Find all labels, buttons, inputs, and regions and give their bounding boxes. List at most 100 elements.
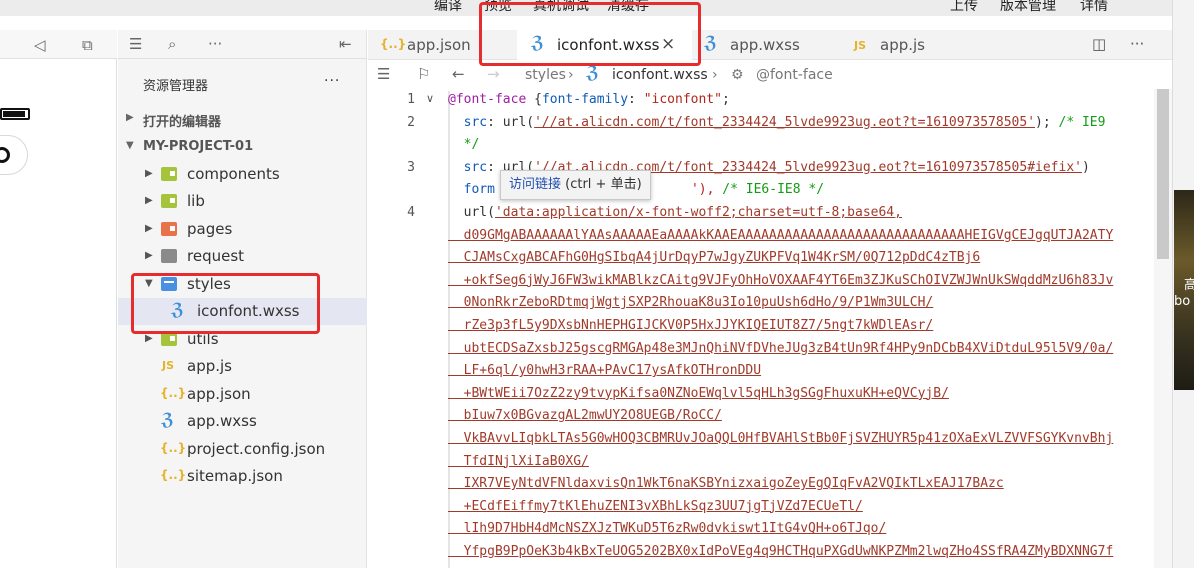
fold-chevron-icon[interactable]: ∨ — [426, 92, 434, 105]
project-section[interactable]: ▼ MY-PROJECT-01 — [118, 134, 367, 160]
chevron-right-icon: ▶ — [145, 195, 153, 206]
tree-item-lib[interactable]: ▶ lib — [118, 188, 367, 215]
tree-item-label: request — [187, 247, 245, 265]
tree-item-label: app.json — [187, 385, 251, 403]
explorer-more-button[interactable]: ··· — [324, 73, 340, 89]
capsule-button[interactable] — [0, 135, 28, 175]
split-editor-icon[interactable]: ◫ — [1092, 35, 1106, 53]
more-actions-icon[interactable]: ··· — [1130, 35, 1144, 53]
tree-item-request[interactable]: ▶ request — [118, 243, 367, 270]
code-token: ; — [721, 92, 730, 107]
base64-line[interactable]: IXR7VEyNtdVFNldaxvisQn1WkT6naKSBYnizxaig… — [448, 473, 1004, 496]
tree-item-pages[interactable]: ▶ pages — [118, 216, 367, 243]
tooltip-hint: (ctrl + 单击) — [561, 177, 642, 192]
tab-label: iconfont.wxss — [557, 36, 660, 54]
css-icon: ℨ — [531, 33, 544, 53]
code-line-2-wrap: */ — [448, 134, 480, 157]
css-icon: ℨ — [171, 300, 184, 320]
tree-item-utils[interactable]: ▶ utils — [118, 326, 367, 353]
bookmark-icon[interactable]: ⚐ — [417, 65, 430, 83]
chevron-right-icon: › — [712, 67, 718, 83]
code-editor[interactable]: @font-face {font-family: "iconfont"; src… — [448, 89, 1154, 568]
code-token: font-family — [541, 92, 629, 107]
tab-app-js[interactable]: JS app.js — [842, 30, 992, 60]
editor-scrollbar[interactable] — [1154, 89, 1172, 568]
breadcrumb: ☰ ⚐ ← → styles › ℨ iconfont.wxss › ⚙ @fo… — [368, 61, 1172, 89]
base64-line[interactable]: rZe3p3fL5y9DXsbNnHEPHGIJCKV0P5HxJJYKIQEI… — [448, 315, 934, 338]
menu-preview[interactable]: 预览 — [484, 0, 512, 15]
chevron-right-icon: › — [568, 67, 574, 83]
base64-line[interactable]: TfdINjlXiIaB0XG/ — [448, 451, 589, 474]
section-label: 打开的编辑器 — [143, 115, 222, 130]
breadcrumb-symbol[interactable]: @font-face — [756, 67, 833, 83]
tree-item-project-config[interactable]: {..} project.config.json — [118, 436, 367, 463]
chevron-right-icon: ▶ — [126, 112, 134, 123]
desktop-icon-label: 高 — [1184, 274, 1194, 293]
menu-version[interactable]: 版本管理 — [1000, 0, 1056, 15]
breadcrumb-folder[interactable]: styles — [525, 67, 566, 83]
menu-remote-debug[interactable]: 真机调试 — [533, 0, 589, 15]
base64-line[interactable]: +ECdfEiffmy7tKlEhuZENI3vXBhLkSqz3UU7jgTj… — [448, 496, 863, 519]
collapse-panel-icon[interactable]: ⇤ — [339, 35, 352, 53]
forward-arrow-icon[interactable]: → — [487, 65, 500, 83]
tab-app-wxss[interactable]: ℨ app.wxss — [692, 30, 842, 60]
base64-line[interactable]: VkBAvvLIqbkLTAs5G0wHOQ3CBMRUvJOaQQL0HfBV… — [448, 428, 1114, 451]
tree-item-app-wxss[interactable]: ℨ app.wxss — [118, 408, 367, 435]
window-icon[interactable]: ⧉ — [82, 36, 93, 54]
more-icon[interactable]: ··· — [208, 35, 222, 53]
code-link[interactable]: 'data:application/x-font-woff2;charset=u… — [495, 205, 902, 220]
code-token: src — [448, 159, 488, 175]
base64-line[interactable]: +okfSeg6jWyJ6FW3wikMABlkzCAitg9VJFyOhHoV… — [448, 270, 1114, 293]
explorer-toolbar: ☰ ⌕ ··· ⇤ — [118, 30, 367, 59]
menu-details[interactable]: 详情 — [1080, 0, 1108, 15]
simulator-panel: ◁ ⧉ — [0, 30, 117, 568]
search-icon[interactable]: ⌕ — [168, 35, 176, 53]
tree-item-components[interactable]: ▶ components — [118, 161, 367, 188]
line-number-gutter: 1 2 3 4 ∨ — [368, 89, 448, 568]
tooltip-link[interactable]: 访问链接 — [509, 177, 561, 192]
chevron-right-icon: ▶ — [145, 223, 153, 234]
code-link[interactable]: '//at.alicdn.com/t/font_2334424_5lvde992… — [534, 115, 1035, 130]
tab-label: app.js — [880, 36, 925, 54]
base64-line[interactable]: ubtECDSaZxsbJ25gscgRMGAp48e3MJnQhiNVfDVh… — [448, 338, 1114, 361]
back-arrow-icon[interactable]: ← — [452, 65, 465, 83]
volume-icon[interactable]: ◁ — [34, 36, 46, 54]
tree-item-styles[interactable]: ▼ styles — [118, 271, 367, 298]
tab-app-json[interactable]: {..} app.json — [368, 30, 517, 60]
js-icon: JS — [854, 39, 867, 52]
base64-line[interactable]: d09GMgABAAAAAAlYAAsAAAAAEaAAAAkKAAEAAAAA… — [448, 225, 1114, 248]
scrollbar-thumb[interactable] — [1157, 89, 1169, 259]
menu-upload[interactable]: 上传 — [950, 0, 978, 15]
breadcrumb-file[interactable]: iconfont.wxss — [612, 67, 708, 83]
menu-compile[interactable]: 编译 — [434, 0, 462, 15]
base64-line[interactable]: CJAMsCxgABCAFhG0HgSIbqA4jUrDqyP7wJgyZUKP… — [448, 247, 981, 270]
code-token: url( — [448, 205, 495, 220]
base64-line[interactable]: YfpgB9PpOeK3b4kBxTeUOG5202BX0xIdPoVEg4q9… — [448, 541, 1114, 564]
tree-item-app-js[interactable]: JS app.js — [118, 353, 367, 380]
json-icon: {..} — [380, 37, 407, 51]
base64-line[interactable]: 0NonRkrZeboRDtmqjWgtjSXP2RhouaK8u3Io10pu… — [448, 292, 934, 315]
line-number: 2 — [407, 115, 415, 130]
battery-icon — [0, 108, 30, 120]
folder-icon — [161, 332, 177, 346]
base64-line[interactable]: +BWtWEii7OzZ2zy9tvypKifsa0NZNoEWqlvl5qHL… — [448, 383, 949, 406]
close-icon[interactable]: × — [661, 34, 675, 54]
tree-item-sitemap[interactable]: {..} sitemap.json — [118, 463, 367, 490]
base64-line[interactable]: lIh9D7HbH4dMcNSZXJzTWKuD5T6zRw0dvkiswt1I… — [448, 518, 887, 541]
json-icon: {..} — [160, 386, 187, 400]
code-token: @font-face — [448, 92, 527, 107]
tree-item-app-json[interactable]: {..} app.json — [118, 381, 367, 408]
tree-item-label: app.wxss — [187, 412, 257, 430]
outline-icon[interactable]: ☰ — [377, 65, 390, 83]
base64-line[interactable]: bIuw7x0BGvazgAL2mwUY2O8UEGB/RoCC/ — [448, 405, 722, 428]
list-icon[interactable]: ☰ — [129, 35, 142, 53]
open-editors-section[interactable]: ▶ 打开的编辑器 — [118, 106, 367, 132]
menu-clear-cache[interactable]: 清缓存 — [607, 0, 649, 15]
tree-item-iconfont-wxss[interactable]: ℨ iconfont.wxss — [118, 298, 367, 325]
json-icon: {..} — [160, 468, 187, 482]
top-menu-bar: 编译 预览 真机调试 清缓存 上传 版本管理 详情 — [0, 0, 1172, 16]
json-icon: {..} — [160, 441, 187, 455]
tab-iconfont-wxss[interactable]: ℨ iconfont.wxss × — [517, 30, 692, 60]
base64-line[interactable]: LF+6ql/y0hwH3rRAA+PAvC17ysAfkOTHronDDU — [448, 360, 761, 383]
folder-open-icon — [161, 277, 177, 291]
